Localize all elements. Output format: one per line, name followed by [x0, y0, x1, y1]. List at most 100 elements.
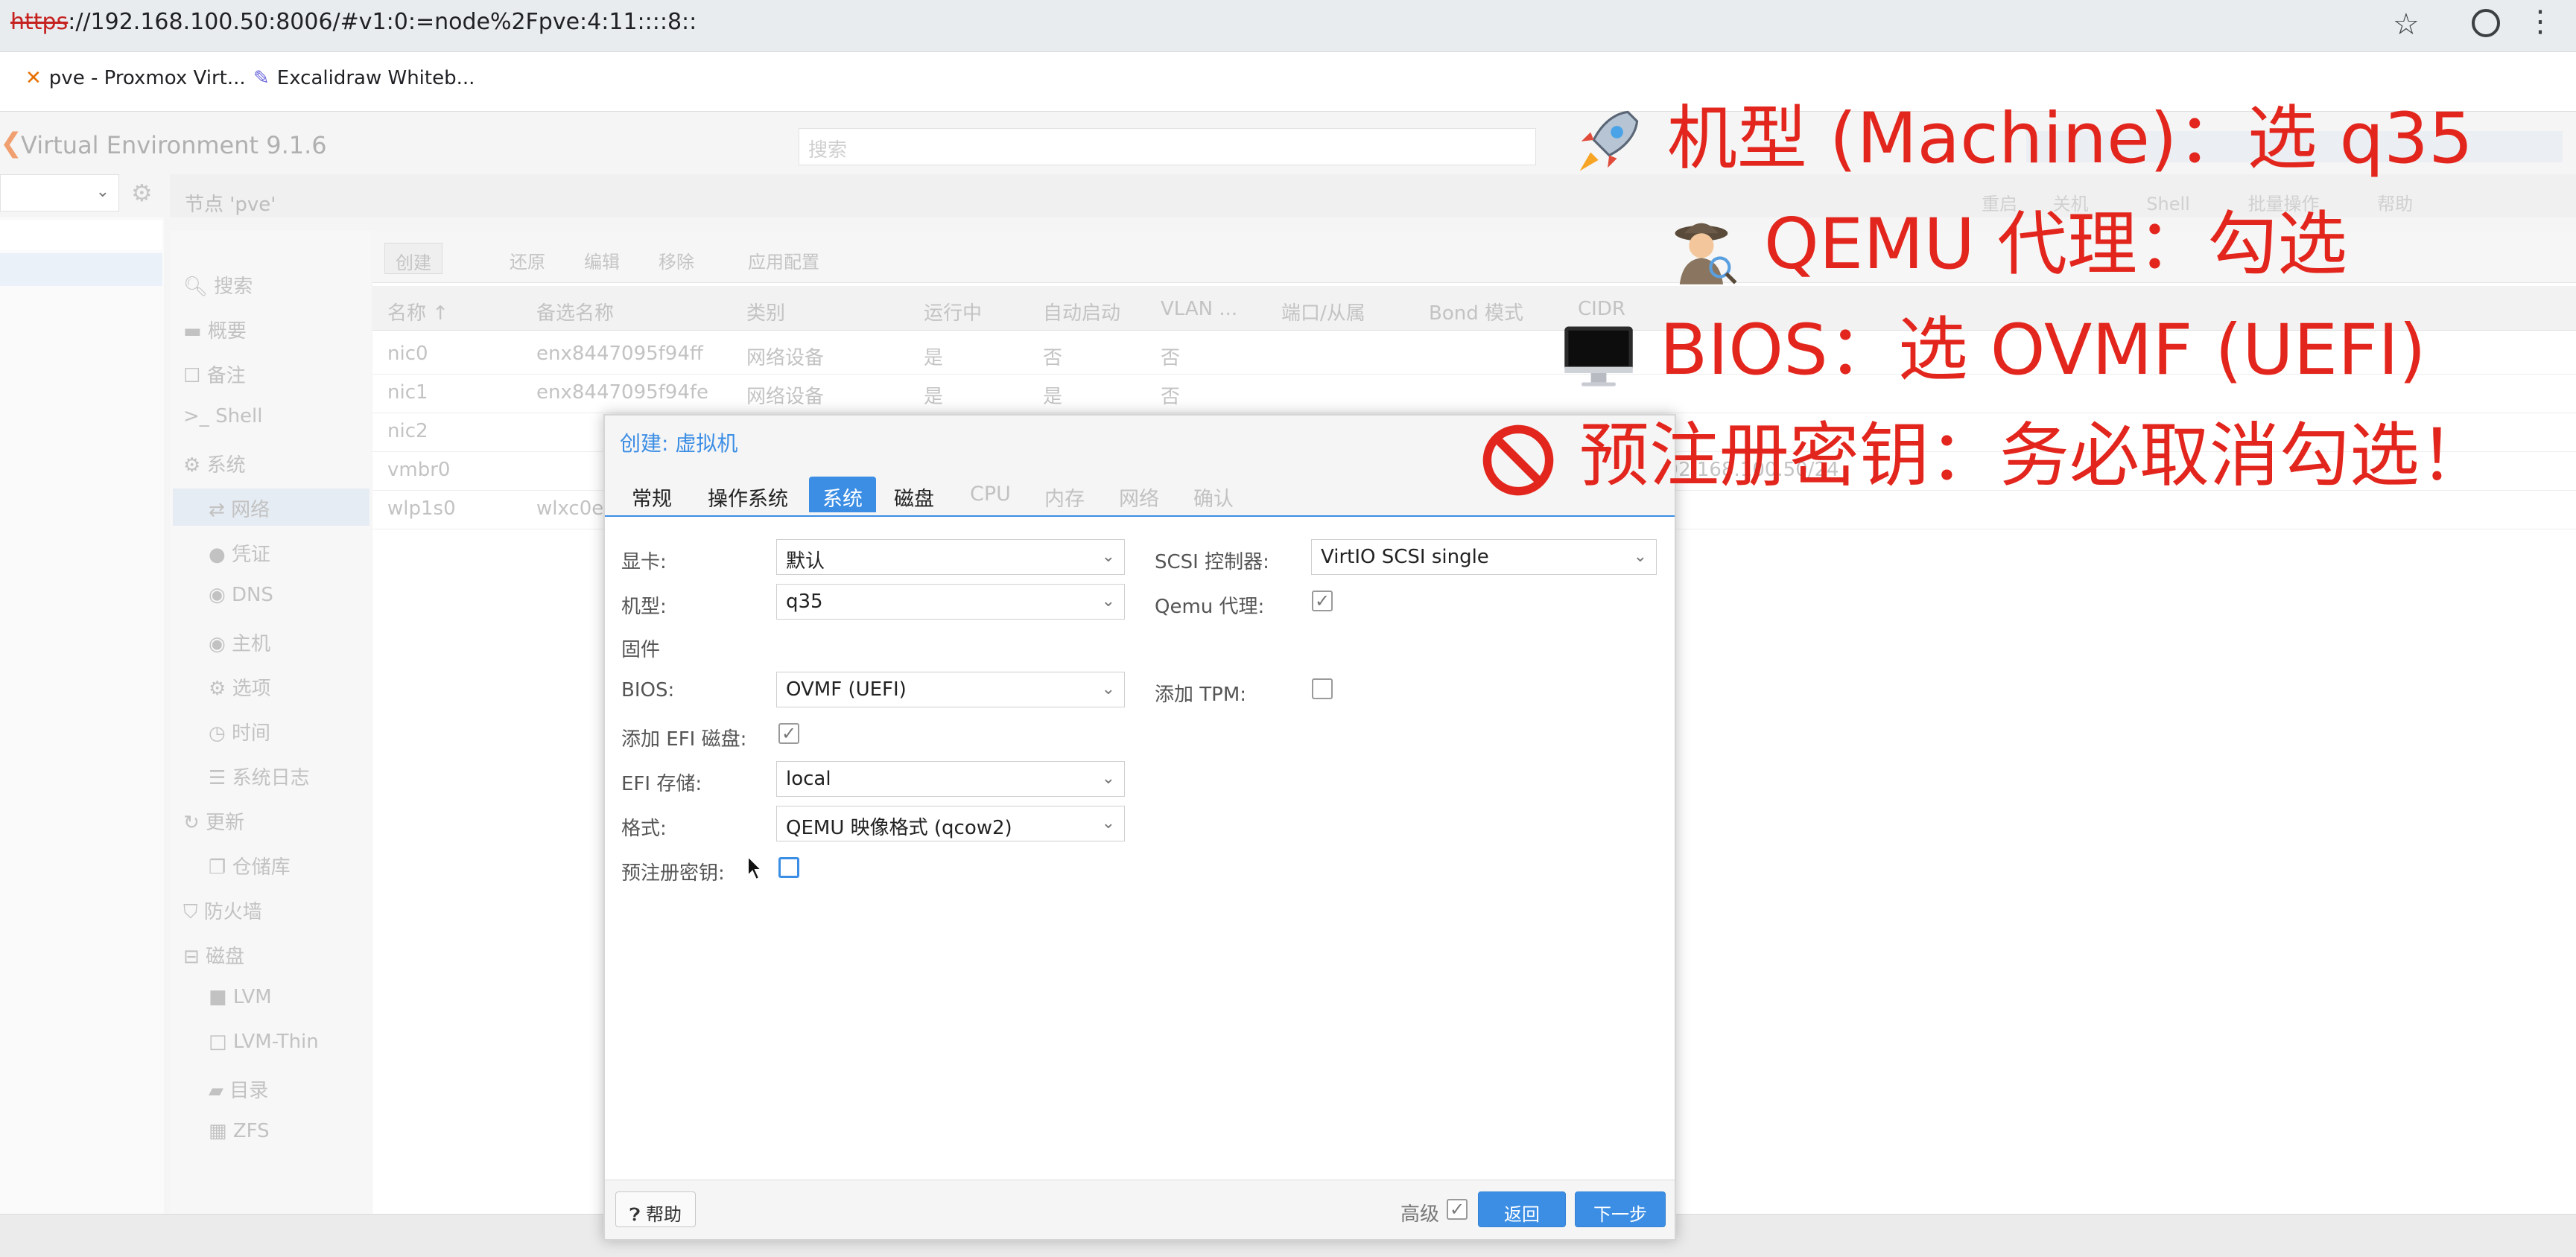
tab-network[interactable]: 网络 — [1111, 477, 1167, 512]
menu-item-lvm-thin[interactable]: □ LVM-Thin — [209, 1031, 319, 1053]
menu-label: 更新 — [206, 812, 245, 834]
dialog-title: 创建: 虚拟机 — [620, 431, 738, 456]
tpm-checkbox[interactable] — [1312, 678, 1333, 699]
tab-disks[interactable]: 磁盘 — [886, 477, 942, 512]
column-header[interactable]: VLAN ... — [1161, 298, 1237, 320]
app-title: Virtual Environment 9.1.6 — [21, 131, 327, 159]
menu-item-system[interactable]: ⚙ 系统 — [183, 450, 246, 477]
back-button[interactable]: 返回 — [1478, 1191, 1566, 1227]
column-header[interactable]: 运行中 — [924, 298, 982, 325]
bookmark-pve[interactable]: ✕ pve - Proxmox Virt... — [25, 67, 246, 89]
bookmark-excalidraw[interactable]: ✎ Excalidraw Whiteb... — [253, 67, 475, 89]
menu-label: 目录 — [229, 1080, 269, 1102]
table-cell: 否 — [1161, 347, 1181, 369]
efi-storage-select[interactable]: local ⌄ — [776, 761, 1125, 797]
menu-item-search[interactable]: 🔍︎ 搜索 — [183, 271, 253, 299]
chevron-down-icon[interactable]: ⌄ — [1102, 769, 1115, 788]
tab-memory[interactable]: 内存 — [1037, 477, 1092, 512]
help-button[interactable]: 帮助 — [2377, 194, 2413, 214]
tree-item-selected[interactable] — [0, 253, 162, 286]
table-cell: 否 — [1161, 386, 1181, 408]
annotation-text: 预注册密钥：务必取消勾选！ — [1579, 416, 2490, 497]
menu-item-repositories[interactable]: ❐ 仓储库 — [209, 852, 291, 879]
table-cell[interactable]: vmbr0 — [387, 459, 450, 481]
menu-item-updates[interactable]: ↻ 更新 — [183, 807, 244, 835]
create-button[interactable]: 创建 — [384, 243, 442, 274]
menu-item-zfs[interactable]: ▦ ZFS — [209, 1120, 270, 1142]
tab-cpu[interactable]: CPU — [962, 477, 1018, 512]
resource-tree[interactable] — [0, 217, 164, 1215]
chevron-down-icon[interactable]: ⌄ — [1634, 547, 1647, 566]
certificate-icon: ● — [209, 544, 232, 566]
proxmox-icon: ✕ — [25, 67, 42, 89]
hdd-icon: ⊟ — [183, 946, 206, 968]
menu-item-directory[interactable]: ▰ 目录 — [209, 1075, 268, 1103]
menu-item-syslog[interactable]: ☰ 系统日志 — [209, 763, 310, 790]
column-header[interactable]: 自动启动 — [1043, 298, 1120, 325]
menu-label: 概要 — [207, 320, 247, 343]
table-cell[interactable]: nic2 — [387, 420, 428, 442]
menu-item-summary[interactable]: ▬ 概要 — [183, 316, 247, 343]
remove-button[interactable]: 移除 — [648, 243, 705, 274]
menu-item-certificates[interactable]: ● 凭证 — [209, 539, 270, 567]
chevron-down-icon[interactable]: ⌄ — [1102, 592, 1115, 611]
profile-icon[interactable] — [2472, 9, 2500, 37]
efi-disk-checkbox[interactable]: ✓ — [778, 723, 799, 744]
table-cell[interactable]: wlp1s0 — [387, 497, 456, 520]
menu-item-network[interactable]: ⇄ 网络 — [173, 489, 369, 526]
pre-enrolled-keys-checkbox[interactable] — [778, 857, 799, 878]
format-select[interactable]: QEMU 映像格式 (qcow2) ⌄ — [776, 806, 1125, 841]
mouse-cursor-icon — [747, 855, 764, 881]
chevron-down-icon[interactable]: ⌄ — [1102, 814, 1115, 833]
bios-select[interactable]: OVMF (UEFI) ⌄ — [776, 672, 1125, 707]
next-button[interactable]: 下一步 — [1575, 1191, 1666, 1227]
menu-item-disks[interactable]: ⊟ 磁盘 — [183, 941, 244, 969]
menu-item-dns[interactable]: ◉ DNS — [209, 584, 273, 606]
tab-os[interactable]: 操作系统 — [700, 477, 796, 512]
menu-label: 磁盘 — [206, 946, 245, 968]
help-button[interactable]: ❓︎ 帮助 — [615, 1191, 697, 1227]
refresh-icon: ↻ — [183, 812, 206, 834]
menu-item-time[interactable]: ◷ 时间 — [209, 718, 270, 745]
qemu-agent-checkbox[interactable]: ✓ — [1312, 591, 1333, 611]
menu-item-hosts[interactable]: ◉ 主机 — [209, 628, 270, 656]
tab-system[interactable]: 系统 — [809, 477, 876, 512]
table-cell[interactable]: nic0 — [387, 343, 428, 365]
column-header[interactable]: 类别 — [746, 298, 785, 325]
column-header[interactable]: 备选名称 — [536, 298, 614, 325]
table-cell: wlxc0e — [536, 497, 604, 520]
table-cell[interactable]: nic1 — [387, 381, 428, 404]
column-header[interactable]: 名称 ↑ — [387, 298, 448, 325]
gear-icon[interactable]: ⚙ — [131, 179, 153, 207]
scsi-controller-select[interactable]: VirtIO SCSI single ⌄ — [1311, 539, 1657, 575]
menu-item-shell[interactable]: >_ Shell — [183, 405, 263, 427]
menu-item-firewall[interactable]: ⛉ 防火墙 — [183, 897, 262, 924]
column-header[interactable]: 端口/从属 — [1281, 298, 1365, 325]
annotation-qemu-agent: QEMU 代理：勾选 — [1664, 188, 2347, 289]
edit-button[interactable]: 编辑 — [574, 243, 630, 274]
app-search-input[interactable]: 搜索 — [799, 128, 1536, 165]
graphics-select[interactable]: 默认 ⌄ — [776, 539, 1125, 575]
machine-select[interactable]: q35 ⌄ — [776, 584, 1125, 620]
tab-confirm[interactable]: 确认 — [1186, 477, 1241, 512]
table-cell: 否 — [1043, 347, 1063, 369]
revert-button[interactable]: 还原 — [499, 243, 556, 274]
tab-general[interactable]: 常规 — [624, 477, 679, 512]
url-path: ://192.168.100.50:8006/#v1:0:=node%2Fpve… — [68, 9, 697, 35]
bookmark-star-icon[interactable]: ☆ — [2393, 7, 2420, 42]
menu-item-options[interactable]: ⚙ 选项 — [209, 673, 271, 701]
chevron-down-icon[interactable]: ⌄ — [1102, 547, 1115, 566]
view-selector[interactable]: ⌄ — [0, 174, 119, 211]
rocket-icon — [1579, 110, 1639, 171]
tree-item[interactable] — [0, 220, 162, 250]
chevron-down-icon[interactable]: ⌄ — [1102, 680, 1115, 698]
browser-menu-icon[interactable]: ⋮ — [2525, 4, 2555, 39]
advanced-checkbox[interactable]: ✓ — [1447, 1199, 1468, 1220]
folder-icon: ▰ — [209, 1080, 230, 1102]
url-text[interactable]: https://192.168.100.50:8006/#v1:0:=node%… — [10, 9, 697, 35]
menu-item-lvm[interactable]: ■ LVM — [209, 986, 272, 1008]
annotation-pre-enrolled-keys: 预注册密钥：务必取消勾选！ — [1479, 399, 2490, 500]
menu-item-notes[interactable]: ☐ 备注 — [183, 360, 246, 388]
column-header[interactable]: Bond 模式 — [1429, 298, 1523, 325]
apply-config-button[interactable]: 应用配置 — [737, 243, 830, 274]
